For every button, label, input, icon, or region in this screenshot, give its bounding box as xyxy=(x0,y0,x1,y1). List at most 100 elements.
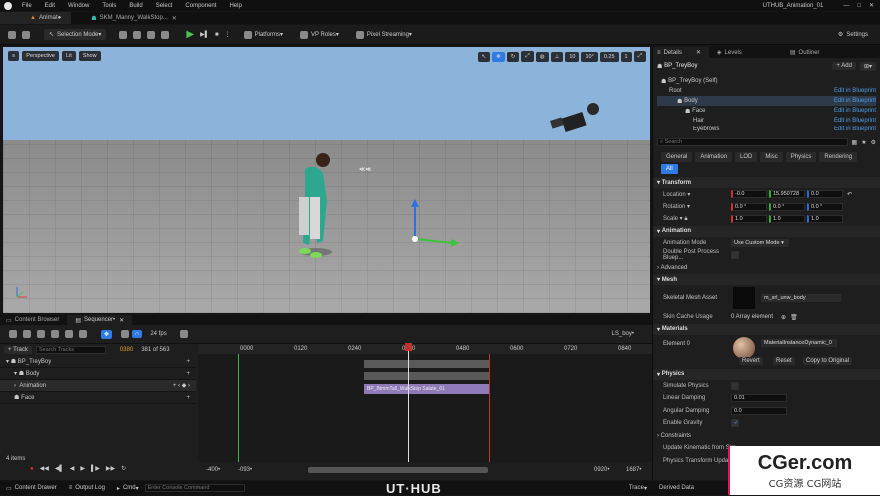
to-start-icon[interactable]: ◀◀ xyxy=(40,465,49,472)
rotation-y[interactable]: 0.0 ° xyxy=(769,202,805,211)
mesh-section[interactable]: ▾ Mesh xyxy=(653,274,880,285)
transform-gizmo[interactable] xyxy=(411,199,459,247)
lit-button[interactable]: Lit xyxy=(61,51,76,61)
edit-in-blueprint-link[interactable]: Edit in Blueprint xyxy=(834,88,876,94)
tab-content-browser[interactable]: ▭ Content Browser xyxy=(0,317,67,324)
view-icon[interactable] xyxy=(79,330,87,338)
track-row[interactable]: ▾ ☗ BP_TreyBoy + xyxy=(0,356,196,368)
blueprint-icon[interactable] xyxy=(133,30,142,39)
expand-icon[interactable]: ▾ xyxy=(6,358,9,365)
save-sequence-icon[interactable] xyxy=(9,330,17,338)
filter-lod[interactable]: LOD xyxy=(735,151,758,162)
linear-damping-field[interactable]: 0.01 xyxy=(731,394,787,403)
filter-misc[interactable]: Misc xyxy=(760,151,783,162)
rotation-x[interactable]: 0.0 ° xyxy=(731,202,767,211)
record-icon[interactable]: ● xyxy=(30,466,34,472)
content-drawer-button[interactable]: ▭ Content Drawer xyxy=(0,485,63,492)
grid-snap-button[interactable]: 10 xyxy=(565,51,580,62)
reset-icon[interactable]: ↶ xyxy=(847,191,852,198)
derived-data-button[interactable]: Derived Data xyxy=(653,485,700,491)
surface-snap-icon[interactable]: ⊥ xyxy=(550,51,564,62)
simulate-physics-checkbox[interactable] xyxy=(731,381,739,390)
console-input[interactable]: Enter Console Command xyxy=(144,484,245,492)
tab-close-icon[interactable]: ✕ xyxy=(119,317,124,324)
actor-icon[interactable] xyxy=(51,330,59,338)
add-element-icon[interactable]: ⊕ xyxy=(781,314,786,321)
track-row[interactable]: › Animation + ‹ ◆ › xyxy=(0,380,196,392)
menu-edit[interactable]: Edit xyxy=(45,3,55,9)
cinematics-icon[interactable] xyxy=(147,30,156,39)
filter-rendering[interactable]: Rendering xyxy=(819,151,858,162)
star-icon[interactable]: ★ xyxy=(861,139,866,146)
world-icon[interactable]: ◍ xyxy=(535,51,549,62)
track-row[interactable]: ☗ Face + xyxy=(0,392,196,404)
step-icon[interactable]: ▶▌ xyxy=(200,31,209,38)
location-y[interactable]: 15.950728 xyxy=(769,190,805,199)
stop-icon[interactable]: ■ xyxy=(215,32,219,38)
viewport-menu-button[interactable]: ≡ xyxy=(8,51,20,61)
material-select[interactable]: MaterialInstanceDynamic_0 xyxy=(761,338,837,347)
scale-label[interactable]: Scale ▾ 🔒︎ xyxy=(653,215,731,223)
tab-close-icon[interactable]: ✕ xyxy=(696,49,701,56)
playhead[interactable] xyxy=(408,344,409,462)
clip-bar[interactable] xyxy=(364,360,489,368)
mesh-thumbnail[interactable] xyxy=(733,287,755,309)
add-icon[interactable]: + xyxy=(186,371,190,377)
vp-roles-menu[interactable]: VP Roles ▾ xyxy=(297,30,339,39)
transform-section[interactable]: ▾ Transform xyxy=(653,177,880,188)
menu-window[interactable]: Window xyxy=(68,3,89,9)
end-marker[interactable] xyxy=(489,354,490,462)
settings-button[interactable]: ⚙ Settings xyxy=(838,31,868,39)
rotation-label[interactable]: Rotation ▾ xyxy=(653,203,731,210)
perspective-button[interactable]: Perspective xyxy=(22,51,59,61)
camera-actor[interactable] xyxy=(550,103,599,133)
misc-tool-icon[interactable] xyxy=(161,30,170,39)
add-component-button[interactable]: + Add xyxy=(832,62,856,70)
tree-item[interactable]: ☗ BP_TreyBoy (Self) xyxy=(657,76,876,86)
clip-bar[interactable] xyxy=(364,372,489,380)
menu-select[interactable]: Select xyxy=(156,3,173,9)
edit-in-blueprint-link[interactable]: Edit in Blueprint xyxy=(834,126,876,132)
constraints-row[interactable]: › Constraints xyxy=(653,430,880,443)
render-icon[interactable] xyxy=(37,330,45,338)
maximize-viewport-icon[interactable]: ⤢ xyxy=(633,51,646,62)
output-log-button[interactable]: ≡ Output Log xyxy=(63,485,111,491)
location-z[interactable]: 0.0 xyxy=(807,190,843,199)
sequencer-timeline[interactable]: 0000 0120 0240 0360 0480 0600 0720 0840 … xyxy=(198,343,652,462)
curve-icon[interactable] xyxy=(121,330,130,338)
camera-icon[interactable] xyxy=(23,330,31,338)
reset-button[interactable]: Reset xyxy=(773,356,795,365)
animation-clip[interactable]: BP_BtmmTall_WalkStop Salute_01 xyxy=(364,384,489,394)
trace-button[interactable]: Trace ▾ xyxy=(623,485,653,492)
tab-asset[interactable]: ☗ SKM_Manny_WalkStop... ✕ xyxy=(71,12,187,24)
lock-icon[interactable]: 🔒︎ xyxy=(684,216,687,222)
play-forward-icon[interactable]: ▶ xyxy=(80,465,85,472)
scale-icon[interactable]: ⤢ xyxy=(521,51,534,62)
start-marker[interactable] xyxy=(238,354,239,462)
menu-component[interactable]: Component xyxy=(185,3,216,9)
advanced-row[interactable]: › Advanced xyxy=(653,262,880,275)
curve-editor-icon[interactable] xyxy=(179,330,188,338)
tree-item[interactable]: ☗ Face Edit in Blueprint xyxy=(657,106,876,116)
physics-section[interactable]: ▾ Physics xyxy=(653,368,880,380)
more-icon[interactable]: ⋮ xyxy=(225,31,231,38)
blueprint-options-button[interactable]: ⊞▾ xyxy=(859,61,876,71)
material-thumbnail[interactable] xyxy=(733,336,755,359)
tree-item[interactable]: Hair Edit in Blueprint xyxy=(657,116,876,126)
menu-build[interactable]: Build xyxy=(129,3,142,9)
translate-icon[interactable]: ✥ xyxy=(492,51,505,62)
add-icon[interactable]: + xyxy=(186,395,190,401)
animation-section[interactable]: ▾ Animation xyxy=(653,225,880,237)
track-search-input[interactable]: Search Tracks xyxy=(35,346,106,354)
save-icon[interactable] xyxy=(8,30,16,39)
filter-physics[interactable]: Physics xyxy=(785,151,817,162)
tab-sequencer[interactable]: ▤ Sequencer• ✕ xyxy=(67,315,133,325)
snap-toggle-icon[interactable]: ✥ xyxy=(101,329,113,339)
filter-general[interactable]: General xyxy=(661,151,693,162)
mesh-asset-select[interactable]: m_srl_unw_body xyxy=(761,294,841,302)
location-x[interactable]: -0.0 xyxy=(731,190,767,199)
tab-details[interactable]: ≡ Details ✕ xyxy=(653,47,709,58)
level-viewport[interactable]: ≪≪ ≡ Perspective Lit Show ↖ ✥ ↻ ⤢ ◍ ⊥ 10… xyxy=(3,47,650,313)
select-mode-icon[interactable]: ↖ xyxy=(477,51,491,62)
sequence-name[interactable]: LS_boy• xyxy=(612,331,634,337)
